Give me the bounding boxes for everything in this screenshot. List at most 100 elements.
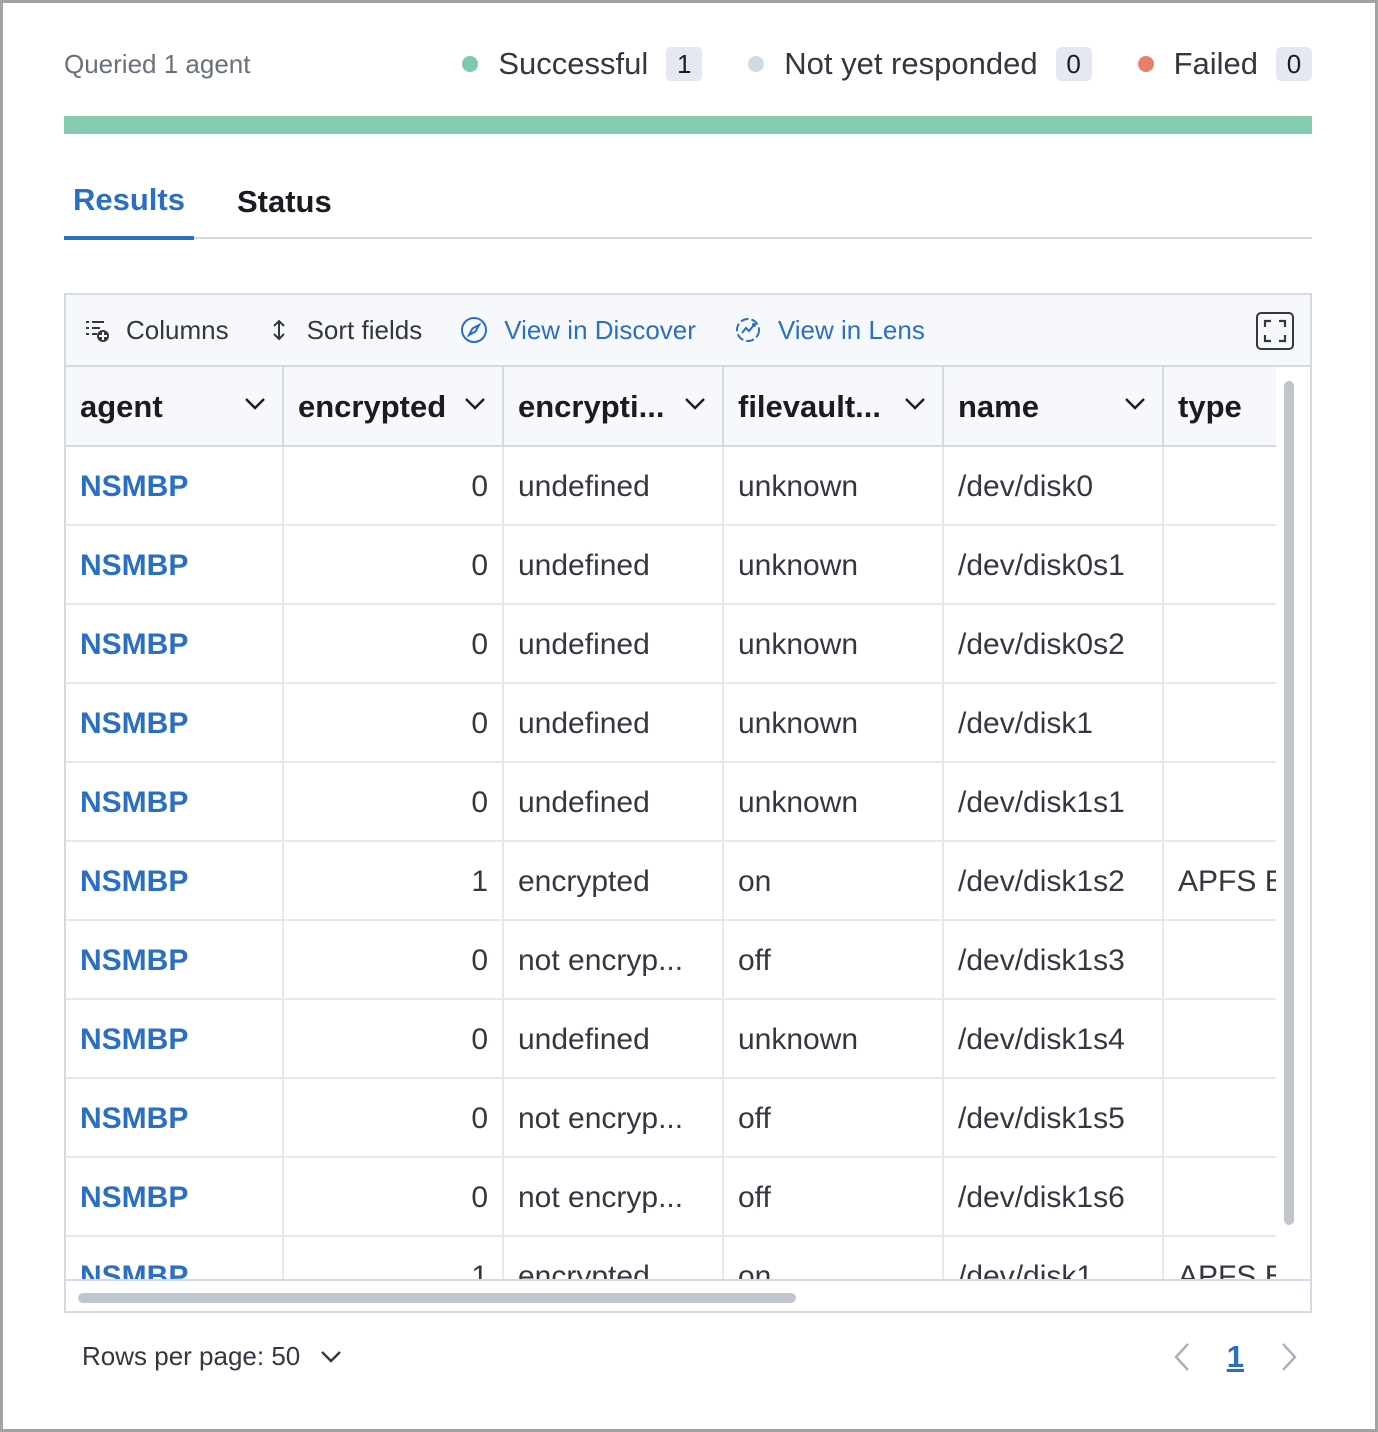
status-stats: Successful 1 Not yet responded 0 Failed 0 <box>462 41 1312 87</box>
type-cell <box>1164 605 1276 684</box>
encrypted-cell: 0 <box>284 526 504 605</box>
agent-cell[interactable]: NSMBP <box>66 1237 284 1279</box>
query-progress-bar <box>64 116 1312 134</box>
encrypted-cell: 0 <box>284 447 504 526</box>
column-header-label: encrypted <box>298 389 447 424</box>
tab-status[interactable]: Status <box>228 164 341 240</box>
type-cell <box>1164 447 1276 526</box>
column-header-name[interactable]: name <box>944 367 1164 447</box>
name-cell: /dev/disk1s1 <box>944 763 1164 842</box>
agent-cell[interactable]: NSMBP <box>66 842 284 921</box>
column-header-label: encrypti... <box>518 389 665 424</box>
encryption-status-cell: undefined <box>504 605 724 684</box>
page-link-1[interactable]: 1 <box>1227 1339 1244 1375</box>
previous-page-icon[interactable] <box>1173 1342 1191 1372</box>
agent-cell[interactable]: NSMBP <box>66 447 284 526</box>
name-cell: /dev/disk1s6 <box>944 1158 1164 1237</box>
chevron-down-icon[interactable] <box>244 397 266 411</box>
agent-cell[interactable]: NSMBP <box>66 1000 284 1079</box>
column-header-encrypti[interactable]: encrypti... <box>504 367 724 447</box>
columns-button[interactable]: Columns <box>84 315 229 346</box>
sort-fields-button[interactable]: Sort fields <box>267 315 422 346</box>
type-cell: APFS E <box>1164 1237 1276 1280</box>
filevault-cell: unknown <box>724 605 944 684</box>
encrypted-cell: 0 <box>284 684 504 763</box>
name-cell: /dev/disk1s2 <box>944 842 1164 921</box>
stat-count-badge: 0 <box>1276 47 1312 81</box>
query-progress-fill <box>64 116 1312 134</box>
table-row: NSMBP 0 not encryp... off/dev/disk1s3 <box>66 921 1276 1000</box>
encrypted-cell: 0 <box>284 763 504 842</box>
encrypted-cell: 1 <box>284 1237 504 1279</box>
agent-cell[interactable]: NSMBP <box>66 921 284 1000</box>
encrypted-cell: 0 <box>284 921 504 1000</box>
column-header-encrypted[interactable]: encrypted <box>284 367 504 447</box>
type-cell <box>1164 1000 1276 1079</box>
view-in-lens-button[interactable]: View in Lens <box>734 315 925 346</box>
queried-agents-text: Queried 1 agent <box>64 48 251 79</box>
grid-toolbar: Columns Sort fields View in Discover Vie… <box>66 295 1310 367</box>
tab-results[interactable]: Results <box>64 164 194 240</box>
table-row: NSMBP 0 undefined unknown/dev/disk0s1 <box>66 526 1276 605</box>
table-row: NSMBP 0 undefined unknown/dev/disk0s2 <box>66 605 1276 684</box>
results-table: agent encrypted encrypti... filevault... nam… <box>66 367 1276 1279</box>
encrypted-cell: 0 <box>284 1158 504 1237</box>
name-cell: /dev/disk0s1 <box>944 526 1164 605</box>
name-cell: /dev/disk0 <box>944 447 1164 526</box>
chevron-down-icon[interactable] <box>1124 397 1146 411</box>
lens-icon <box>735 318 760 342</box>
agent-cell[interactable]: NSMBP <box>66 1158 284 1237</box>
column-header-filevault[interactable]: filevault... <box>724 367 944 447</box>
agent-cell[interactable]: NSMBP <box>66 763 284 842</box>
stat-successful: Successful 1 <box>462 46 703 82</box>
columns-icon <box>86 321 109 342</box>
table-row: NSMBP 0 undefined unknown/dev/disk0 <box>66 447 1276 526</box>
filevault-cell: unknown <box>724 526 944 605</box>
agent-cell[interactable]: NSMBP <box>66 526 284 605</box>
columns-label: Columns <box>126 314 229 345</box>
encryption-status-cell: not encryp... <box>504 921 724 1000</box>
stat-label: Not yet responded <box>784 46 1038 81</box>
table-row: NSMBP 0 not encryp... off/dev/disk1s5 <box>66 1079 1276 1158</box>
table-row: NSMBP 1 encrypted on/dev/disk1 APFS E <box>66 1237 1276 1279</box>
name-cell: /dev/disk1s5 <box>944 1079 1164 1158</box>
type-cell <box>1164 1158 1276 1237</box>
next-page-icon[interactable] <box>1280 1342 1298 1372</box>
encryption-status-cell: not encryp... <box>504 1158 724 1237</box>
filevault-cell: unknown <box>724 763 944 842</box>
filevault-cell: off <box>724 1158 944 1237</box>
fullscreen-button[interactable] <box>1256 312 1294 350</box>
pagination-footer: Rows per page: 50 1 <box>64 1333 1312 1383</box>
stat-count-badge: 0 <box>1055 47 1092 81</box>
horizontal-scrollbar[interactable] <box>78 1293 796 1303</box>
encryption-status-cell: undefined <box>504 1000 724 1079</box>
encryption-status-cell: encrypted <box>504 842 724 921</box>
chevron-down-icon[interactable] <box>464 397 486 411</box>
status-dot-icon <box>462 56 479 72</box>
encryption-status-cell: undefined <box>504 684 724 763</box>
view-in-discover-label: View in Discover <box>504 314 696 345</box>
encrypted-cell: 0 <box>284 1079 504 1158</box>
filevault-cell: on <box>724 1237 944 1279</box>
chevron-down-icon[interactable] <box>904 397 926 411</box>
fullscreen-icon <box>1263 319 1287 343</box>
agent-cell[interactable]: NSMBP <box>66 1079 284 1158</box>
status-dot-icon <box>1137 56 1154 72</box>
chevron-down-icon[interactable] <box>684 397 706 411</box>
stat-label: Failed <box>1173 46 1258 81</box>
horizontal-scrollbar-track <box>66 1279 1310 1311</box>
type-cell <box>1164 1079 1276 1158</box>
stat-failed: Failed 0 <box>1137 46 1312 82</box>
view-in-discover-button[interactable]: View in Discover <box>460 315 696 346</box>
table-row: NSMBP 0 undefined unknown/dev/disk1s4 <box>66 1000 1276 1079</box>
name-cell: /dev/disk1s3 <box>944 921 1164 1000</box>
rows-per-page-button[interactable]: Rows per page: 50 <box>82 1341 342 1372</box>
column-header-agent[interactable]: agent <box>66 367 284 447</box>
column-header-type[interactable]: type <box>1164 367 1276 447</box>
table-row: NSMBP 1 encrypted on/dev/disk1s2 APFS E <box>66 842 1276 921</box>
agent-cell[interactable]: NSMBP <box>66 684 284 763</box>
name-cell: /dev/disk0s2 <box>944 605 1164 684</box>
vertical-scrollbar[interactable] <box>1284 381 1294 1225</box>
filevault-cell: off <box>724 1079 944 1158</box>
agent-cell[interactable]: NSMBP <box>66 605 284 684</box>
